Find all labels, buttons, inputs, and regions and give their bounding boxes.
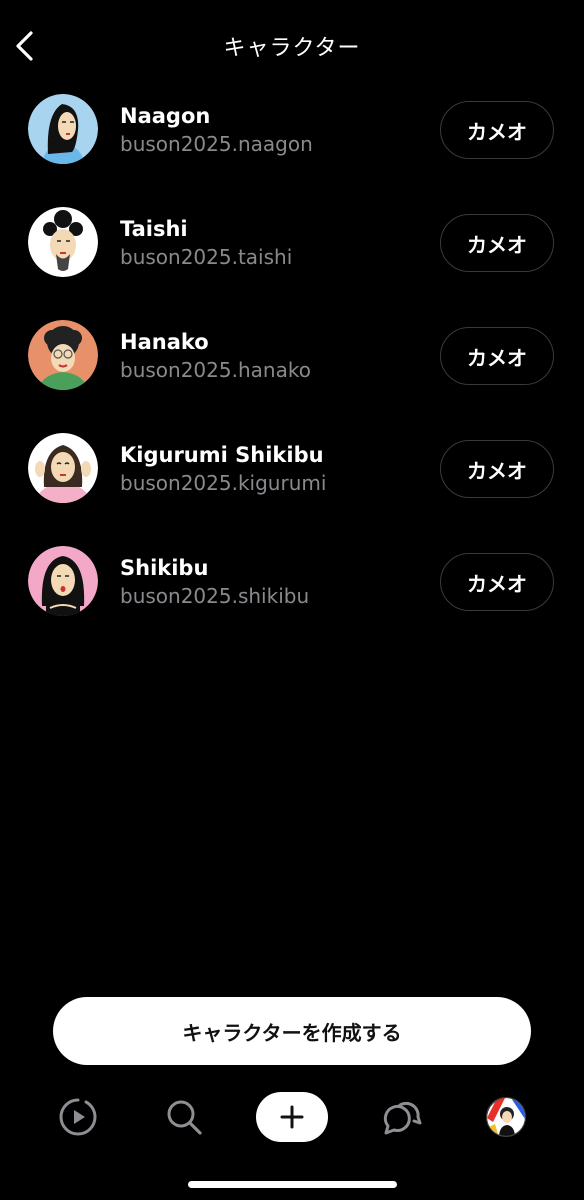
character-handle: buson2025.kigurumi [120, 471, 327, 495]
character-info: Kigurumi Shikibu buson2025.kigurumi [120, 441, 326, 497]
profile-avatar[interactable] [486, 1097, 526, 1137]
character-handle: buson2025.naagon [120, 132, 313, 156]
character-info: Shikibu buson2025.shikibu [120, 554, 309, 610]
avatar[interactable] [28, 207, 98, 277]
character-handle: buson2025.taishi [120, 245, 293, 269]
page-title: キャラクター [223, 36, 361, 61]
tab-messages[interactable] [374, 1091, 426, 1143]
screen: キャラクター Naagon buson2025.naagon カメオ Taish… [0, 0, 584, 1200]
cameo-button[interactable]: カメオ [440, 214, 554, 272]
character-row[interactable]: Naagon buson2025.naagon カメオ [0, 94, 584, 207]
create-post-button[interactable] [256, 1092, 328, 1142]
plus-icon [280, 1105, 304, 1129]
character-row[interactable]: Shikibu buson2025.shikibu カメオ [0, 546, 584, 659]
tab-bar [0, 1085, 584, 1149]
character-handle: buson2025.hanako [120, 358, 311, 382]
character-list: Naagon buson2025.naagon カメオ Taishi buson… [0, 94, 584, 659]
character-row[interactable]: Hanako buson2025.hanako カメオ [0, 320, 584, 433]
avatar[interactable] [28, 546, 98, 616]
character-name: Kigurumi Shikibu [120, 443, 324, 467]
create-character-button[interactable]: キャラクターを作成する [53, 997, 531, 1065]
cameo-button[interactable]: カメオ [440, 553, 554, 611]
cameo-button[interactable]: カメオ [440, 327, 554, 385]
character-info: Naagon buson2025.naagon [120, 102, 313, 158]
character-info: Hanako buson2025.hanako [120, 328, 311, 384]
play-icon [59, 1098, 97, 1136]
header: キャラクター [0, 0, 584, 94]
cameo-button[interactable]: カメオ [440, 440, 554, 498]
character-row[interactable]: Kigurumi Shikibu buson2025.kigurumi カメオ [0, 433, 584, 546]
character-name: Taishi [120, 217, 188, 241]
avatar[interactable] [28, 94, 98, 164]
messages-icon [383, 1101, 422, 1135]
character-info: Taishi buson2025.taishi [120, 215, 292, 271]
search-icon [167, 1100, 202, 1135]
tab-feed[interactable] [52, 1091, 104, 1143]
cameo-button[interactable]: カメオ [440, 101, 554, 159]
character-row[interactable]: Taishi buson2025.taishi カメオ [0, 207, 584, 320]
character-name: Shikibu [120, 556, 209, 580]
home-indicator [188, 1181, 397, 1188]
character-name: Naagon [120, 104, 211, 128]
tab-search[interactable] [158, 1091, 210, 1143]
character-handle: buson2025.shikibu [120, 584, 310, 608]
character-name: Hanako [120, 330, 209, 354]
avatar[interactable] [28, 433, 98, 503]
avatar[interactable] [28, 320, 98, 390]
